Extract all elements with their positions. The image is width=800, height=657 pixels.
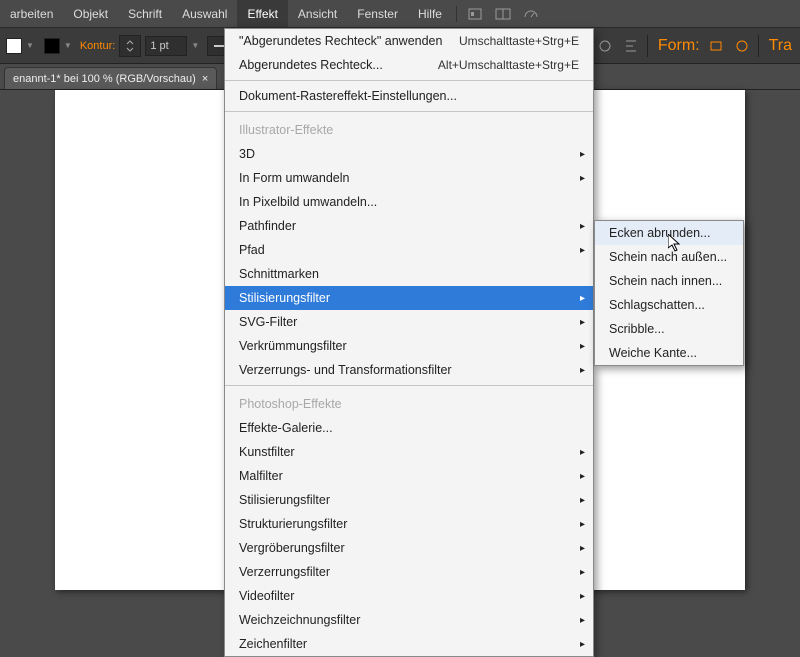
prefs-icon[interactable] <box>595 36 615 56</box>
submenu-scribble[interactable]: Scribble... <box>595 317 743 341</box>
stroke-swatch[interactable] <box>44 38 60 54</box>
align-icon[interactable] <box>621 36 641 56</box>
menu-brush-strokes[interactable]: Malfilter <box>225 464 593 488</box>
menu-raster-settings[interactable]: Dokument-Rastereffekt-Einstellungen... <box>225 84 593 108</box>
menu-shortcut: Umschalttaste+Strg+E <box>459 34 579 48</box>
menu-fenster[interactable]: Fenster <box>347 0 408 27</box>
section-photoshop: Photoshop-Effekte <box>225 389 593 416</box>
shape-circle-icon[interactable] <box>732 36 752 56</box>
menu-warp[interactable]: Verkrümmungsfilter <box>225 334 593 358</box>
section-illustrator: Illustrator-Effekte <box>225 115 593 142</box>
separator <box>225 80 593 81</box>
menu-stylize[interactable]: Stilisierungsfilter <box>225 286 593 310</box>
gauge-icon[interactable] <box>520 3 542 25</box>
menu-ansicht[interactable]: Ansicht <box>288 0 347 27</box>
stroke-width-field[interactable]: 1 pt <box>145 36 187 56</box>
menu-path[interactable]: Pfad <box>225 238 593 262</box>
submenu-drop-shadow[interactable]: Schlagschatten... <box>595 293 743 317</box>
menubar: arbeiten Objekt Schrift Auswahl Effekt A… <box>0 0 800 28</box>
menu-schrift[interactable]: Schrift <box>118 0 172 27</box>
bridge-icon[interactable] <box>464 3 486 25</box>
menu-pixelate[interactable]: Vergröberungsfilter <box>225 536 593 560</box>
menubar-divider <box>456 6 457 22</box>
menu-arbeiten[interactable]: arbeiten <box>0 0 63 27</box>
submenu-feather[interactable]: Weiche Kante... <box>595 341 743 365</box>
stroke-stepper[interactable] <box>119 35 141 57</box>
form-label: Form: <box>658 37 700 55</box>
chevron-down-icon: ▼ <box>26 41 34 50</box>
menu-distort[interactable]: Verzerrungsfilter <box>225 560 593 584</box>
menu-crop-marks[interactable]: Schnittmarken <box>225 262 593 286</box>
arrange-icon[interactable]: ▼ <box>492 3 514 25</box>
menu-shortcut: Alt+Umschalttaste+Strg+E <box>438 58 579 72</box>
menu-label: "Abgerundetes Rechteck" anwenden <box>239 34 442 48</box>
menu-svg-filter[interactable]: SVG-Filter <box>225 310 593 334</box>
menu-label: Abgerundetes Rechteck... <box>239 58 383 72</box>
menu-sketch[interactable]: Zeichenfilter <box>225 632 593 656</box>
menu-convert-shape[interactable]: In Form umwandeln <box>225 166 593 190</box>
transform-label: Tra <box>769 37 792 55</box>
menu-video[interactable]: Videofilter <box>225 584 593 608</box>
menu-3d[interactable]: 3D <box>225 142 593 166</box>
menu-label: Dokument-Rastereffekt-Einstellungen... <box>239 89 457 103</box>
menu-objekt[interactable]: Objekt <box>63 0 118 27</box>
menu-texture[interactable]: Strukturierungsfilter <box>225 512 593 536</box>
menu-rasterize[interactable]: In Pixelbild umwandeln... <box>225 190 593 214</box>
stroke-label: Kontur: <box>80 40 115 52</box>
document-tab[interactable]: enannt-1* bei 100 % (RGB/Vorschau) × <box>4 67 217 89</box>
fill-swatch[interactable] <box>6 38 22 54</box>
menu-blur[interactable]: Weichzeichnungsfilter <box>225 608 593 632</box>
chevron-down-icon: ▼ <box>191 41 199 50</box>
separator <box>225 385 593 386</box>
menu-effekt[interactable]: Effekt <box>237 0 287 27</box>
chevron-down-icon: ▼ <box>64 41 72 50</box>
menu-effect-gallery[interactable]: Effekte-Galerie... <box>225 416 593 440</box>
menu-pathfinder[interactable]: Pathfinder <box>225 214 593 238</box>
menu-apply-last[interactable]: "Abgerundetes Rechteck" anwenden Umschal… <box>225 29 593 53</box>
separator <box>225 111 593 112</box>
effect-menu: "Abgerundetes Rechteck" anwenden Umschal… <box>224 28 594 657</box>
divider <box>647 35 648 57</box>
menu-last-effect[interactable]: Abgerundetes Rechteck... Alt+Umschalttas… <box>225 53 593 77</box>
menu-distort-transform[interactable]: Verzerrungs- und Transformationsfilter <box>225 358 593 382</box>
submenu-inner-glow[interactable]: Schein nach innen... <box>595 269 743 293</box>
mouse-cursor <box>668 234 682 257</box>
menu-hilfe[interactable]: Hilfe <box>408 0 452 27</box>
menu-auswahl[interactable]: Auswahl <box>172 0 237 27</box>
tab-title: enannt-1* bei 100 % (RGB/Vorschau) <box>13 73 196 85</box>
divider <box>758 35 759 57</box>
shape-rect-icon[interactable] <box>706 36 726 56</box>
control-bar-right: Form: Tra <box>569 28 800 64</box>
menu-artistic[interactable]: Kunstfilter <box>225 440 593 464</box>
close-icon[interactable]: × <box>202 73 208 85</box>
menu-stylize-ps[interactable]: Stilisierungsfilter <box>225 488 593 512</box>
